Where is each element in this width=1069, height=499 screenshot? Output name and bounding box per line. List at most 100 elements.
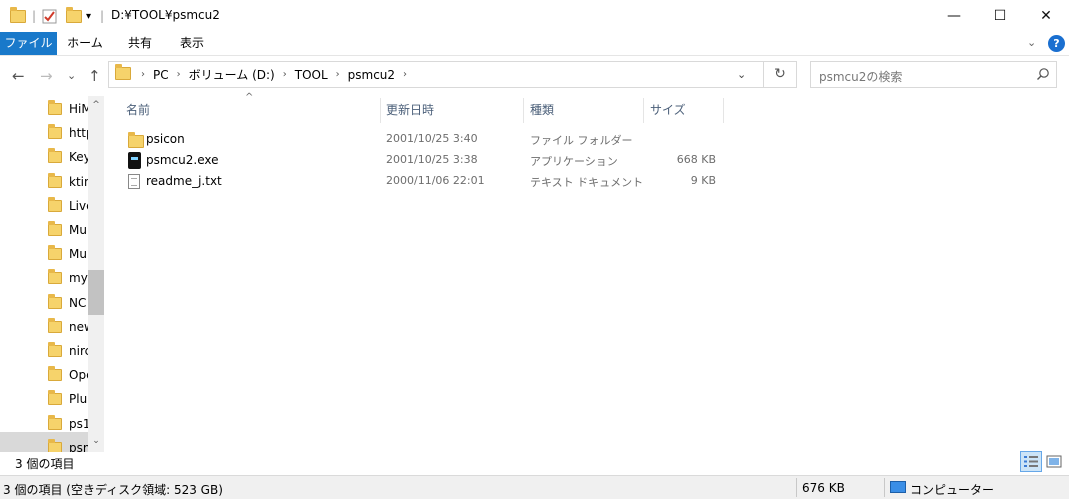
tree-item[interactable]: psm <box>48 437 88 452</box>
tree-item-label: NC <box>69 295 87 310</box>
large-icons-view-button[interactable] <box>1043 451 1065 472</box>
file-name: readme_j.txt <box>146 174 222 188</box>
up-button[interactable]: ↑ <box>88 67 101 85</box>
tree-item[interactable]: Key <box>48 146 88 168</box>
column-divider[interactable] <box>643 98 644 123</box>
breadcrumb-pc[interactable]: PC <box>147 68 175 82</box>
folder-icon <box>48 317 62 333</box>
tab-file[interactable]: ファイル <box>0 32 57 55</box>
breadcrumb-separator-icon[interactable]: › <box>175 69 183 80</box>
file-type: ファイル フォルダー <box>530 134 633 147</box>
new-folder-icon[interactable] <box>66 6 82 25</box>
column-header-type[interactable]: 種類 <box>530 98 554 123</box>
window-title: D:¥TOOL¥psmcu2 <box>111 8 220 22</box>
details-view-button[interactable] <box>1020 451 1042 472</box>
scroll-down-icon[interactable]: ⌄ <box>88 436 104 446</box>
folder-icon <box>48 124 62 140</box>
tree-item-label: Ope <box>69 368 88 383</box>
file-name: psmcu2.exe <box>146 153 219 167</box>
file-row[interactable]: psicon 2001/10/25 3:40 ファイル フォルダー <box>122 129 724 150</box>
scroll-up-icon[interactable]: ^ <box>88 100 104 110</box>
customize-toolbar-icon[interactable]: ▾ <box>86 7 91 25</box>
breadcrumb-volume-d[interactable]: ボリューム (D:) <box>183 66 281 83</box>
tree-item-label: HiM <box>69 102 88 116</box>
properties-icon[interactable] <box>42 7 57 25</box>
breadcrumb-separator-icon[interactable]: › <box>281 69 289 80</box>
quick-access-folder-icon[interactable] <box>10 6 26 25</box>
back-button[interactable]: ← <box>12 67 25 85</box>
status-divider <box>884 478 885 497</box>
file-type: アプリケーション <box>530 155 618 168</box>
file-modified-date: 2000/11/06 22:01 <box>386 174 485 187</box>
executable-icon <box>128 152 141 169</box>
tree-item[interactable]: Mu <box>48 219 88 241</box>
tab-share[interactable]: 共有 <box>116 32 164 55</box>
tree-item[interactable]: ps1 <box>48 413 88 435</box>
tree-item[interactable]: new <box>48 316 88 338</box>
maximize-button[interactable]: ☐ <box>977 0 1023 32</box>
column-header-modified[interactable]: 更新日時 <box>386 98 434 123</box>
tab-view[interactable]: 表示 <box>168 32 216 55</box>
file-modified-date: 2001/10/25 3:40 <box>386 132 478 145</box>
tree-item[interactable]: HiM <box>48 98 88 120</box>
search-input[interactable]: psmcu2の検索 <box>819 68 902 85</box>
disk-space-status: 3 個の項目 (空きディスク領域: 523 GB) <box>3 483 223 497</box>
folder-icon <box>128 132 144 148</box>
tree-item[interactable]: Plu <box>48 388 88 410</box>
folder-icon <box>48 245 62 261</box>
help-icon[interactable]: ? <box>1048 35 1065 52</box>
file-row[interactable]: psmcu2.exe 2001/10/25 3:38 アプリケーション 668 KB <box>122 150 724 171</box>
folder-icon <box>48 438 62 452</box>
breadcrumb-tool[interactable]: TOOL <box>289 68 334 82</box>
tree-item[interactable]: http <box>48 122 88 144</box>
toolbar-divider-2: | <box>100 9 105 23</box>
tree-item[interactable]: my <box>48 267 88 289</box>
search-box[interactable]: psmcu2の検索 <box>810 61 1057 88</box>
tree-item[interactable]: Mu <box>48 243 88 265</box>
column-header-size[interactable]: サイズ <box>650 98 686 123</box>
tree-item[interactable]: Ope <box>48 364 88 386</box>
address-bar[interactable]: › PC › ボリューム (D:) › TOOL › psmcu2 › <box>108 61 764 88</box>
forward-button[interactable]: → <box>40 67 53 85</box>
folder-icon <box>48 100 62 115</box>
folder-icon <box>48 172 62 188</box>
tree-item-label: ktin <box>69 174 88 189</box>
file-row[interactable]: readme_j.txt 2000/11/06 22:01 テキスト ドキュメント 9… <box>122 171 724 192</box>
tree-item[interactable]: ktin <box>48 171 88 193</box>
breadcrumb-separator-icon[interactable]: › <box>139 69 147 80</box>
details-view-icon <box>1024 456 1038 467</box>
file-modified-date: 2001/10/25 3:38 <box>386 153 478 166</box>
toolbar-divider: | <box>32 9 37 23</box>
expand-ribbon-icon[interactable]: ⌄ <box>1027 36 1036 49</box>
item-count: 3 個の項目 <box>15 457 75 471</box>
breadcrumb-psmcu2[interactable]: psmcu2 <box>342 68 401 82</box>
column-divider[interactable] <box>380 98 381 123</box>
column-divider[interactable] <box>723 98 724 123</box>
folder-icon <box>48 414 62 430</box>
scrollbar-thumb[interactable] <box>88 270 104 315</box>
file-name: psicon <box>146 132 185 146</box>
status-bar: 3 個の項目 (空きディスク領域: 523 GB) 676 KB コンピューター <box>0 475 1069 499</box>
tree-item[interactable]: NC <box>48 292 88 314</box>
tree-item[interactable]: Live <box>48 195 88 217</box>
navigation-bar: ← → ⌄ ↑ › PC › ボリューム (D:) › TOOL › psmcu… <box>0 57 1069 96</box>
refresh-button[interactable]: ↻ <box>764 61 797 88</box>
location-zone: コンピューター <box>910 483 995 497</box>
column-divider[interactable] <box>523 98 524 123</box>
column-header-name[interactable]: 名前 <box>126 98 150 123</box>
total-size: 676 KB <box>802 481 845 495</box>
tree-item-label: http <box>69 126 88 141</box>
address-history-dropdown-icon[interactable]: ⌄ <box>737 68 746 81</box>
file-size: 9 KB <box>690 174 716 187</box>
tree-item[interactable]: nirc <box>48 340 88 362</box>
folder-icon <box>115 64 131 83</box>
folder-icon <box>48 390 62 406</box>
minimize-button[interactable]: — <box>931 0 977 32</box>
folder-icon <box>48 269 62 285</box>
tab-home[interactable]: ホーム <box>61 32 109 55</box>
breadcrumb-separator-icon[interactable]: › <box>401 69 409 80</box>
close-button[interactable]: ✕ <box>1023 0 1069 32</box>
sort-ascending-icon: ^ <box>245 92 254 103</box>
breadcrumb-separator-icon[interactable]: › <box>334 69 342 80</box>
recent-locations-button[interactable]: ⌄ <box>67 69 76 82</box>
